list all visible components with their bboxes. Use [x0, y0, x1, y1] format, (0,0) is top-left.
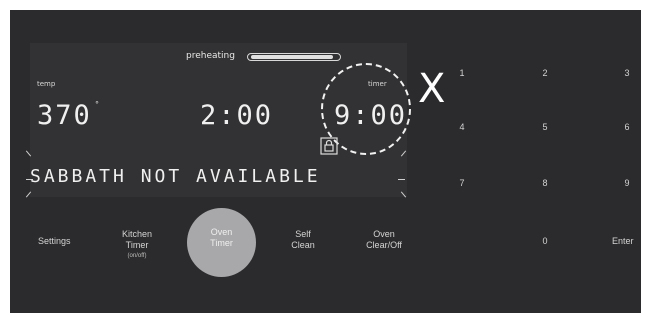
- numpad-key-0[interactable]: 0: [535, 236, 555, 246]
- enter-label: Enter: [612, 236, 634, 246]
- oven-clear-off-button[interactable]: Oven Clear/Off: [356, 229, 412, 251]
- numpad-key-9[interactable]: 9: [617, 178, 637, 188]
- kitchen-timer-label-2: Timer: [125, 240, 149, 250]
- oven-timer-label-1: Oven: [210, 227, 233, 237]
- enter-button[interactable]: Enter: [612, 236, 634, 247]
- oven-timer-label-2: Timer: [210, 238, 233, 248]
- oven-clear-label-1: Oven: [373, 229, 395, 239]
- x-annotation: X: [418, 66, 446, 112]
- numpad-key-6[interactable]: 6: [617, 122, 637, 132]
- settings-button[interactable]: Settings: [38, 236, 71, 247]
- temperature-readout: 370: [37, 100, 92, 131]
- self-clean-button[interactable]: Self Clean: [283, 229, 323, 251]
- settings-label: Settings: [38, 236, 71, 246]
- numpad-key-3[interactable]: 3: [617, 68, 637, 78]
- preheat-progress-fill: [251, 55, 333, 59]
- numpad-key-2[interactable]: 2: [535, 68, 555, 78]
- numpad-key-5[interactable]: 5: [535, 122, 555, 132]
- display-tick: [398, 179, 405, 180]
- preheating-label: preheating: [186, 51, 235, 61]
- numpad-key-8[interactable]: 8: [535, 178, 555, 188]
- numpad-key-4[interactable]: 4: [452, 122, 472, 132]
- self-clean-label-2: Clean: [291, 240, 315, 250]
- self-clean-label-1: Self: [295, 229, 311, 239]
- temp-label: temp: [37, 80, 56, 88]
- kitchen-timer-label-1: Kitchen: [121, 229, 153, 239]
- degree-mark: °: [95, 100, 99, 109]
- lock-icon: [320, 137, 338, 155]
- numpad-key-7[interactable]: 7: [452, 178, 472, 188]
- preheat-progress-bar: [247, 53, 341, 61]
- kitchen-timer-sub: (on/off): [127, 253, 147, 259]
- oven-timer-button[interactable]: Oven Timer: [187, 208, 256, 277]
- scrolling-message: SABBATH NOT AVAILABLE: [30, 166, 321, 187]
- clock-readout: 2:00: [200, 100, 274, 131]
- kitchen-timer-button[interactable]: Kitchen Timer (on/off): [112, 229, 162, 262]
- numpad-key-1[interactable]: 1: [452, 68, 472, 78]
- oven-clear-label-2: Clear/Off: [366, 240, 402, 250]
